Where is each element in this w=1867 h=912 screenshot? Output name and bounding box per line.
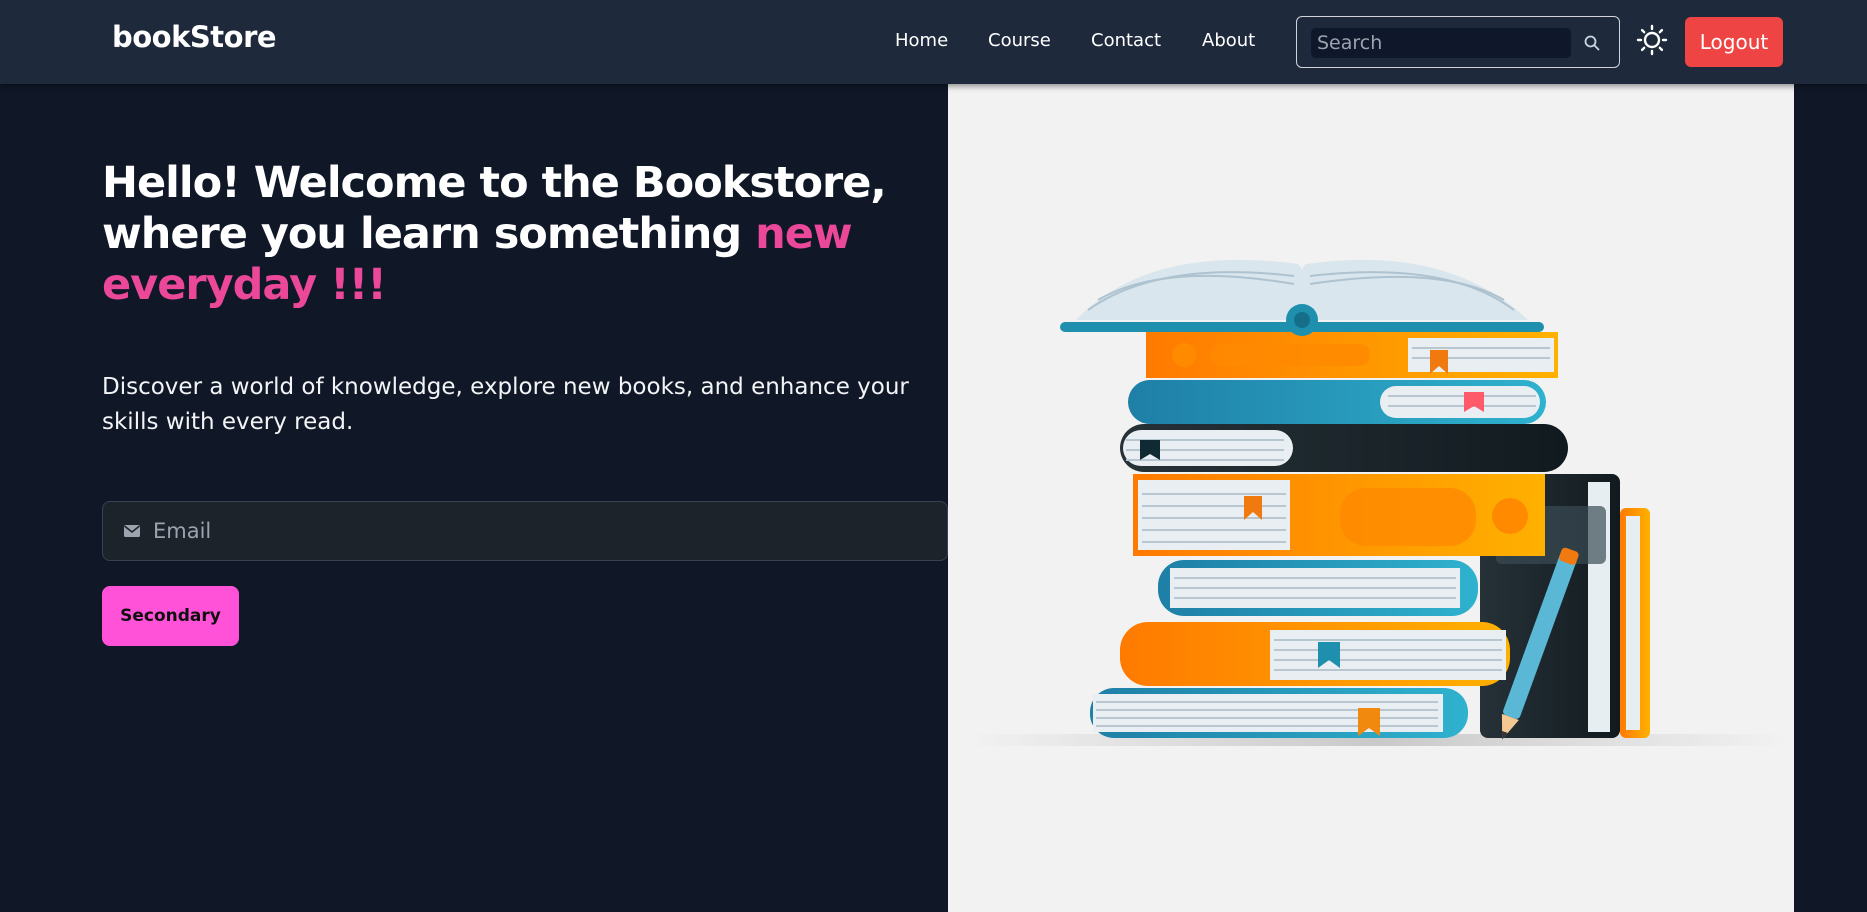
email-field	[102, 501, 948, 561]
search-input[interactable]	[1311, 28, 1571, 58]
brand-logo[interactable]: bookStore	[112, 20, 277, 54]
logout-button[interactable]: Logout	[1685, 17, 1783, 67]
search-icon[interactable]	[1583, 34, 1601, 52]
hero-image-panel	[948, 84, 1794, 912]
search-box	[1296, 16, 1620, 68]
email-input[interactable]	[153, 514, 913, 548]
nav-link-course[interactable]: Course	[988, 30, 1051, 51]
nav-link-about[interactable]: About	[1202, 30, 1255, 51]
nav-link-home[interactable]: Home	[895, 30, 948, 51]
sun-icon[interactable]	[1636, 24, 1668, 56]
nav-link-contact[interactable]: Contact	[1091, 30, 1161, 51]
hero-title: Hello! Welcome to the Bookstore, where y…	[102, 158, 962, 311]
navbar: bookStore Home Course Contact About Logo…	[0, 0, 1867, 84]
secondary-button[interactable]: Secondary	[102, 586, 239, 646]
hero-subtitle: Discover a world of knowledge, explore n…	[102, 374, 909, 435]
mail-icon	[124, 525, 140, 537]
stack-of-books-illustration	[968, 259, 1788, 746]
